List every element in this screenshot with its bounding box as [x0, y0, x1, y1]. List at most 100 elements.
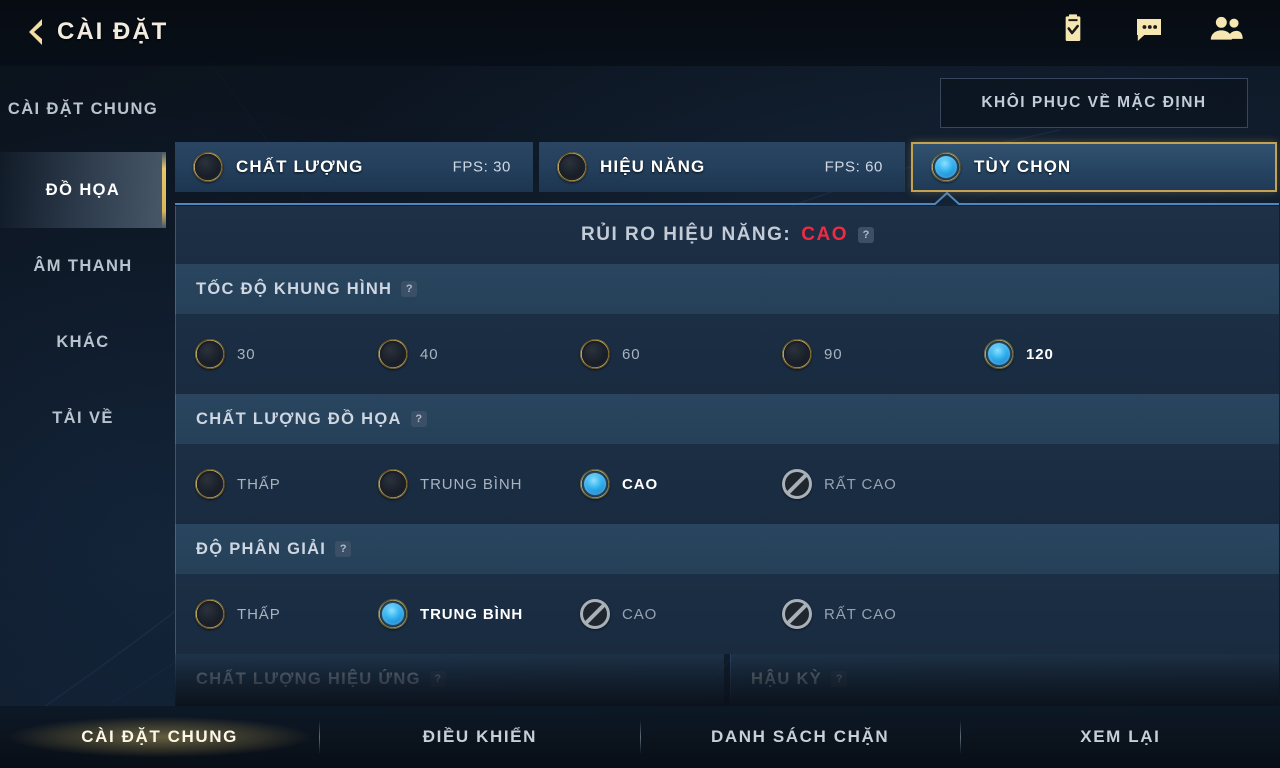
- section-title: TỐC ĐỘ KHUNG HÌNH: [196, 279, 393, 298]
- bottom-nav-label: XEM LẠI: [1080, 727, 1161, 746]
- option-resolution-rat-cao: RẤT CAO: [782, 591, 984, 637]
- tab-label: HIỆU NĂNG: [600, 157, 706, 176]
- radio-icon: [195, 339, 225, 369]
- tab-radio-icon: [557, 152, 587, 182]
- sidebar-item-tai-ve[interactable]: TẢI VỀ: [0, 380, 166, 456]
- restore-defaults-button[interactable]: KHÔI PHỤC VỀ MẶC ĐỊNH: [940, 78, 1248, 128]
- help-icon[interactable]: ?: [429, 671, 446, 687]
- top-header: CÀI ĐẶT: [0, 0, 1280, 66]
- tab-fps-label: FPS: 30: [452, 158, 511, 176]
- tab-label: TÙY CHỌN: [974, 157, 1072, 176]
- mission-clipboard-icon[interactable]: [1056, 13, 1090, 45]
- radio-icon: [984, 339, 1014, 369]
- help-icon[interactable]: ?: [857, 227, 874, 243]
- settings-screen: CÀI ĐẶT KHÔI PHỤC VỀ MẶC ĐỊNH CHẤT LƯỢNG…: [0, 0, 1280, 768]
- bottom-nav-label: CÀI ĐẶT CHUNG: [81, 727, 239, 746]
- option-resolution-cao: CAO: [580, 591, 782, 637]
- radio-icon: [195, 599, 225, 629]
- partial-section-effect-quality: CHẤT LƯỢNG HIỆU ỨNG ?: [175, 654, 724, 706]
- radio-icon: [580, 339, 610, 369]
- option-resolution-thap[interactable]: THẤP: [176, 591, 378, 637]
- sidebar-item-label: ÂM THANH: [33, 257, 133, 275]
- section-title: ĐỘ PHÂN GIẢI: [196, 539, 327, 558]
- chevron-left-icon: [28, 18, 44, 46]
- option-label: THẤP: [237, 475, 281, 493]
- bottom-nav-dieu-khien[interactable]: ĐIỀU KHIỂN: [320, 706, 639, 768]
- sidebar-item-label: TẢI VỀ: [52, 409, 114, 427]
- restore-defaults-label: KHÔI PHỤC VỀ MẶC ĐỊNH: [981, 94, 1207, 111]
- option-label: CAO: [622, 475, 659, 493]
- quality-preset-tabs: CHẤT LƯỢNG FPS: 30 HIỆU NĂNG FPS: 60 TÙY…: [175, 142, 1279, 192]
- section-header-post-processing: HẬU KỲ ?: [730, 654, 1279, 704]
- sidebar-item-khac[interactable]: KHÁC: [0, 304, 166, 380]
- performance-risk-label: RỦI RO HIỆU NĂNG:: [581, 224, 792, 245]
- help-icon[interactable]: ?: [831, 671, 848, 687]
- tab-chat-luong[interactable]: CHẤT LƯỢNG FPS: 30: [175, 142, 533, 192]
- option-label: 60: [622, 345, 641, 363]
- option-graphics-quality-rat-cao: RẤT CAO: [782, 461, 984, 507]
- settings-sidebar: CÀI ĐẶT CHUNG ĐỒ HỌA ÂM THANH KHÁC TẢI V…: [0, 66, 166, 706]
- partial-sections-row: CHẤT LƯỢNG HIỆU ỨNG ? HẬU KỲ ?: [175, 654, 1279, 706]
- option-frame-rate-90[interactable]: 90: [782, 331, 984, 377]
- section-header-effect-quality: CHẤT LƯỢNG HIỆU ỨNG ?: [175, 654, 724, 704]
- option-resolution-trung-binh[interactable]: TRUNG BÌNH: [378, 591, 580, 637]
- performance-risk-row: RỦI RO HIỆU NĂNG: CAO ?: [175, 206, 1279, 264]
- partial-section-post-processing: HẬU KỲ ?: [730, 654, 1279, 706]
- option-label: RẤT CAO: [824, 475, 897, 493]
- section-body-graphics-quality: THẤP TRUNG BÌNH CAO RẤT CAO: [175, 444, 1279, 524]
- option-frame-rate-40[interactable]: 40: [378, 331, 580, 377]
- bottom-nav-xem-lai[interactable]: XEM LẠI: [961, 706, 1280, 768]
- page-title: CÀI ĐẶT: [57, 18, 169, 45]
- option-label: 40: [420, 345, 439, 363]
- tab-tuy-chon[interactable]: TÙY CHỌN: [911, 142, 1277, 192]
- chat-icon[interactable]: [1132, 13, 1166, 45]
- section-header-graphics-quality: CHẤT LƯỢNG ĐỒ HỌA ?: [175, 394, 1279, 444]
- option-graphics-quality-trung-binh[interactable]: TRUNG BÌNH: [378, 461, 580, 507]
- option-frame-rate-30[interactable]: 30: [176, 331, 378, 377]
- sidebar-item-label: CÀI ĐẶT CHUNG: [7, 100, 159, 118]
- section-title: CHẤT LƯỢNG HIỆU ỨNG: [196, 669, 421, 688]
- option-label: 90: [824, 345, 843, 363]
- option-label: RẤT CAO: [824, 605, 897, 623]
- radio-icon: [378, 599, 408, 629]
- section-header-frame-rate: TỐC ĐỘ KHUNG HÌNH ?: [175, 264, 1279, 314]
- friends-icon[interactable]: [1208, 13, 1243, 45]
- option-label: TRUNG BÌNH: [420, 605, 524, 623]
- sidebar-item-cai-dat-chung[interactable]: CÀI ĐẶT CHUNG: [0, 66, 166, 152]
- sidebar-item-am-thanh[interactable]: ÂM THANH: [0, 228, 166, 304]
- bottom-nav-label: DANH SÁCH CHẶN: [711, 727, 890, 746]
- performance-risk-value: CAO: [801, 224, 848, 245]
- radio-icon: [195, 469, 225, 499]
- bottom-nav-danh-sach-chan[interactable]: DANH SÁCH CHẶN: [641, 706, 960, 768]
- tab-label: CHẤT LƯỢNG: [236, 157, 364, 176]
- option-graphics-quality-cao[interactable]: CAO: [580, 461, 782, 507]
- option-label: 30: [237, 345, 256, 363]
- bottom-nav-cai-dat-chung[interactable]: CÀI ĐẶT CHUNG: [0, 706, 319, 768]
- help-icon[interactable]: ?: [410, 411, 427, 427]
- option-frame-rate-60[interactable]: 60: [580, 331, 782, 377]
- sidebar-item-do-hoa[interactable]: ĐỒ HỌA: [0, 152, 166, 228]
- help-icon[interactable]: ?: [401, 281, 418, 297]
- back-button[interactable]: CÀI ĐẶT: [28, 8, 168, 56]
- header-icon-group: [1056, 13, 1243, 45]
- radio-icon: [378, 469, 408, 499]
- option-label: TRUNG BÌNH: [420, 475, 523, 493]
- sidebar-item-label: ĐỒ HỌA: [45, 181, 121, 199]
- section-body-frame-rate: 30 40 60 90 120: [175, 314, 1279, 394]
- radio-disabled-icon: [782, 599, 812, 629]
- bottom-nav-bar: CÀI ĐẶT CHUNG ĐIỀU KHIỂN DANH SÁCH CHẶN …: [0, 706, 1280, 768]
- graphics-settings-panel: RỦI RO HIỆU NĂNG: CAO ? TỐC ĐỘ KHUNG HÌN…: [175, 206, 1279, 706]
- help-icon[interactable]: ?: [335, 541, 352, 557]
- option-label: THẤP: [237, 605, 281, 623]
- radio-icon: [782, 339, 812, 369]
- radio-icon: [580, 469, 610, 499]
- option-frame-rate-120[interactable]: 120: [984, 331, 1186, 377]
- option-graphics-quality-thap[interactable]: THẤP: [176, 461, 378, 507]
- radio-disabled-icon: [782, 469, 812, 499]
- section-header-resolution: ĐỘ PHÂN GIẢI ?: [175, 524, 1279, 574]
- tab-radio-icon: [931, 152, 961, 182]
- radio-disabled-icon: [580, 599, 610, 629]
- tab-fps-label: FPS: 60: [824, 158, 883, 176]
- option-label: CAO: [622, 605, 658, 623]
- tab-hieu-nang[interactable]: HIỆU NĂNG FPS: 60: [539, 142, 905, 192]
